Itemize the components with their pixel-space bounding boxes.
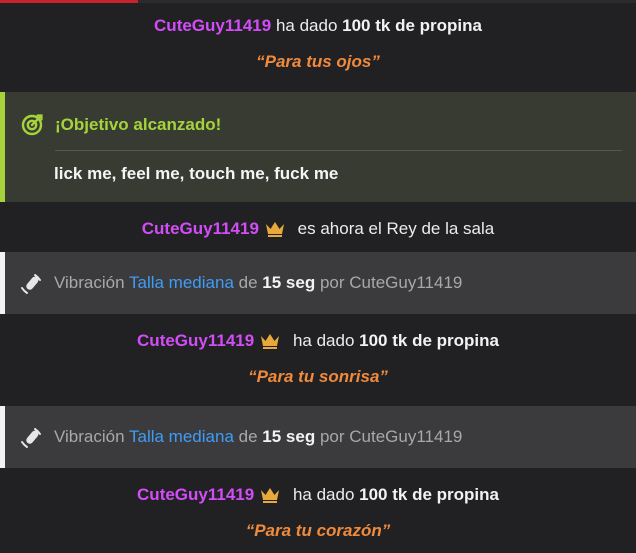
king-event: CuteGuy11419 es ahora el Rey de la sala [0,202,636,252]
vibration-text: Vibración Talla mediana de 15 seg por Cu… [54,427,462,447]
king-line: CuteGuy11419 es ahora el Rey de la sala [0,219,636,239]
tip-verb: ha dado [292,485,355,504]
tip-verb: ha dado [275,16,338,35]
crown-icon [261,488,280,503]
tip-message: “Para tus ojos” [256,52,380,71]
username-link[interactable]: CuteGuy11419 [154,16,271,35]
tip-amount: 100 tk de propina [359,331,499,350]
username-link[interactable]: CuteGuy11419 [137,485,254,504]
username-link[interactable]: CuteGuy11419 [142,219,259,238]
vibration-duration: 15 seg [262,427,316,446]
crown-icon [265,222,284,237]
tip-event: CuteGuy11419 ha dado 100 tk de propina “… [0,314,636,406]
tip-amount: 100 tk de propina [342,16,482,35]
vibration-event: Vibración Talla mediana de 15 seg por Cu… [0,406,636,468]
tip-verb: ha dado [292,331,355,350]
crown-icon [261,334,280,349]
vibration-icon [21,274,41,294]
vibration-event: Vibración Talla mediana de 15 seg por Cu… [0,252,636,314]
vibration-by: por CuteGuy11419 [319,427,463,446]
tip-line: CuteGuy11419 ha dado 100 tk de propina [0,331,636,351]
vibration-level: Talla mediana [129,427,234,446]
vibration-icon [21,428,41,448]
vibration-of: de [238,427,258,446]
tip-event: CuteGuy11419 ha dado 100 tk de propina “… [0,468,636,553]
vibration-level: Talla mediana [129,273,234,292]
tip-event: CuteGuy11419 ha dado 100 tk de propina “… [0,0,636,92]
username-link[interactable]: CuteGuy11419 [137,331,254,350]
tip-line: CuteGuy11419 ha dado 100 tk de propina [0,16,636,36]
vibration-label: Vibración [54,427,125,446]
goal-title: ¡Objetivo alcanzado! [55,115,222,134]
vibration-of: de [238,273,258,292]
tip-message: “Para tu sonrisa” [248,367,388,386]
goal-text: lick me, feel me, touch me, fuck me [54,164,339,183]
tip-amount: 100 tk de propina [359,485,499,504]
vibration-duration: 15 seg [262,273,316,292]
divider [55,150,622,151]
vibration-text: Vibración Talla mediana de 15 seg por Cu… [54,273,462,293]
goal-reached-event: ¡Objetivo alcanzado! lick me, feel me, t… [0,92,636,202]
tip-message: “Para tu corazón” [245,521,391,540]
vibration-label: Vibración [54,273,125,292]
king-text: es ahora el Rey de la sala [297,219,495,238]
vibration-by: por CuteGuy11419 [319,273,463,292]
target-goal-icon [21,114,43,136]
tip-line: CuteGuy11419 ha dado 100 tk de propina [0,485,636,505]
